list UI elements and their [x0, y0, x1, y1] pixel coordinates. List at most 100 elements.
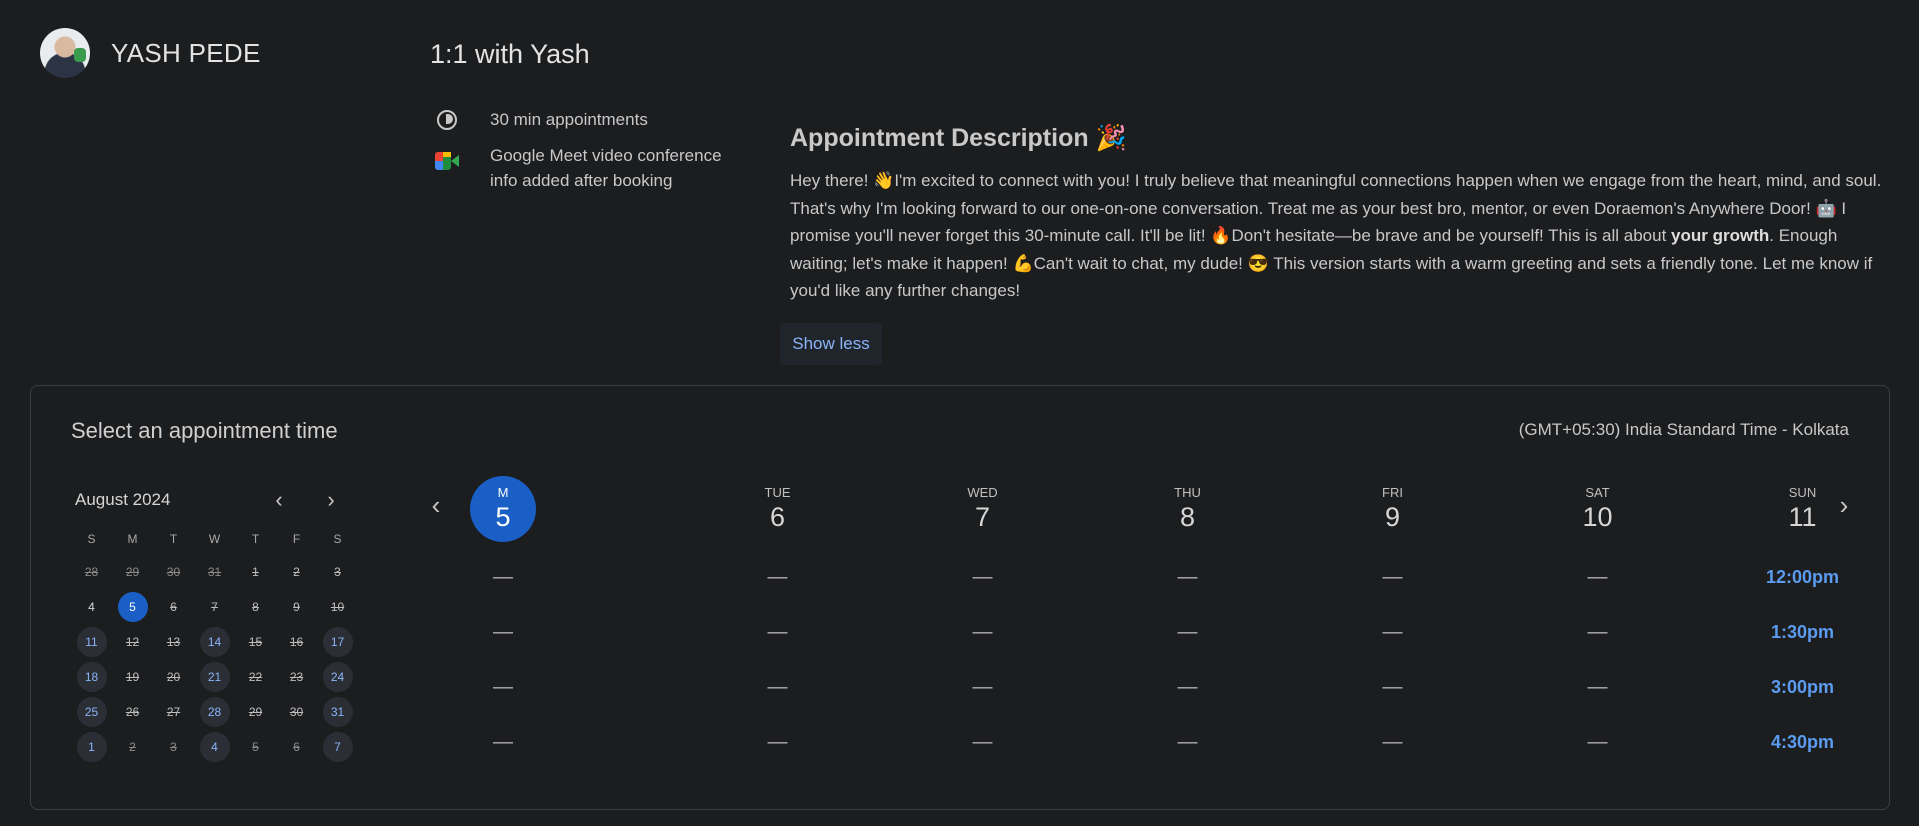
calendar-day[interactable]: 17 — [317, 624, 358, 659]
calendar-day[interactable]: 18 — [71, 659, 112, 694]
day-header[interactable]: SAT 10 — [1582, 476, 1612, 542]
calendar-day-number: 3 — [334, 564, 341, 579]
calendar-day-number: 13 — [166, 634, 181, 649]
weekday-label: M — [127, 532, 138, 546]
day-column: SUN 11 12:00pm 1:30pm 3:00pm 4:30pm — [1700, 476, 1905, 770]
calendar-day: 6 — [153, 589, 194, 624]
calendar-day[interactable]: 4 — [71, 589, 112, 624]
day-date: 6 — [769, 502, 786, 532]
unavailable-slot: — — [1587, 566, 1608, 588]
time-slot-button[interactable]: 1:30pm — [1766, 605, 1839, 660]
calendar-day-number: 31 — [322, 696, 353, 727]
calendar-day-number: 28 — [199, 696, 230, 727]
unavailable-slot: — — [767, 731, 788, 753]
calendar-day-number: 4 — [199, 731, 230, 762]
calendar-day[interactable]: 31 — [317, 694, 358, 729]
calendar-day: 20 — [153, 659, 194, 694]
day-header[interactable]: FRI 9 — [1382, 476, 1403, 542]
calendar-day[interactable]: 28 — [194, 694, 235, 729]
google-meet-icon — [435, 151, 459, 170]
calendar-day[interactable]: 14 — [194, 624, 235, 659]
calendar-day[interactable]: 24 — [317, 659, 358, 694]
calendar-day: 30 — [153, 554, 194, 589]
scheduler-title: Select an appointment time — [71, 418, 338, 443]
day-of-week: SUN — [1788, 485, 1817, 500]
calendar-day-number: 28 — [84, 564, 99, 579]
calendar-day[interactable]: 25 — [71, 694, 112, 729]
mini-calendar: August 2024 ‹ › S M T W T F S 28 29 30 31 1 2 3 4 5 6 7 8 9… — [71, 486, 353, 764]
calendar-day: 8 — [235, 589, 276, 624]
day-header[interactable]: THU 8 — [1174, 476, 1201, 542]
day-column: THU 8 — — — — — [1085, 476, 1290, 770]
unavailable-slot: — — [1382, 731, 1403, 753]
calendar-day: 31 — [194, 554, 235, 589]
calendar-day: 3 — [153, 729, 194, 764]
day-header[interactable]: TUE 6 — [765, 476, 791, 542]
unavailable-slot: — — [493, 566, 513, 588]
calendar-day-number: 30 — [289, 704, 304, 719]
calendar-day: 9 — [276, 589, 317, 624]
calendar-day[interactable]: 1 — [71, 729, 112, 764]
calendar-day: 7 — [194, 589, 235, 624]
calendar-day[interactable]: 5 — [112, 589, 153, 624]
calendar-day-number: 12 — [125, 634, 140, 649]
avatar — [40, 28, 90, 78]
weekday-label: T — [169, 532, 178, 546]
day-of-week: FRI — [1382, 485, 1403, 500]
chevron-left-icon[interactable]: ‹ — [421, 490, 451, 520]
day-date: 9 — [1384, 502, 1400, 532]
host-header: YASH PEDE — [40, 28, 261, 78]
calendar-day-number: 22 — [248, 669, 263, 684]
unavailable-slot: — — [1587, 621, 1608, 643]
day-date: 7 — [974, 502, 991, 532]
unavailable-slot: — — [767, 621, 788, 643]
calendar-day: 29 — [112, 554, 153, 589]
unavailable-slot: — — [767, 676, 788, 698]
calendar-day-number: 19 — [125, 669, 140, 684]
chevron-right-icon[interactable]: › — [1829, 490, 1859, 520]
calendar-day-number: 11 — [76, 626, 107, 657]
unavailable-slot: — — [767, 566, 788, 588]
day-column: SAT 10 — — — — — [1495, 476, 1700, 770]
calendar-day[interactable]: 11 — [71, 624, 112, 659]
show-less-button[interactable]: Show less — [780, 323, 882, 365]
calendar-day: 2 — [276, 554, 317, 589]
description-text: Hey there! 👋I'm excited to connect with … — [790, 171, 1882, 300]
calendar-day[interactable]: 21 — [194, 659, 235, 694]
calendar-day-number: 4 — [88, 599, 95, 614]
calendar-day-number: 7 — [322, 731, 353, 762]
chevron-right-icon[interactable]: › — [313, 486, 349, 514]
calendar-day: 30 — [276, 694, 317, 729]
calendar-day: 3 — [317, 554, 358, 589]
calendar-day: 29 — [235, 694, 276, 729]
day-of-week: TUE — [764, 485, 791, 500]
calendar-day: 6 — [276, 729, 317, 764]
calendar-day-number: 25 — [76, 696, 107, 727]
unavailable-slot: — — [1177, 676, 1198, 698]
chevron-left-icon[interactable]: ‹ — [261, 486, 297, 514]
unavailable-slot: — — [1587, 676, 1608, 698]
calendar-day-number: 23 — [289, 669, 304, 684]
day-header[interactable]: SUN 11 — [1788, 476, 1816, 542]
description-bold: your growth — [1671, 226, 1770, 245]
time-slot-button[interactable]: 4:30pm — [1766, 715, 1839, 770]
day-header[interactable]: M5 — [470, 476, 536, 542]
time-slot-button[interactable]: 3:00pm — [1766, 660, 1839, 715]
day-header[interactable]: WED 7 — [967, 476, 997, 542]
time-slot-button[interactable]: 12:00pm — [1766, 550, 1839, 605]
unavailable-slot: — — [972, 676, 993, 698]
unavailable-slot: — — [493, 676, 513, 698]
calendar-day[interactable]: 4 — [194, 729, 235, 764]
calendar-day-number: 3 — [170, 739, 177, 754]
calendar-day: 23 — [276, 659, 317, 694]
unavailable-slot: — — [1177, 731, 1198, 753]
calendar-day-number: 14 — [199, 626, 230, 657]
weekday-label: T — [251, 532, 260, 546]
day-date: 5 — [495, 502, 511, 532]
weekday-label: S — [333, 532, 342, 546]
calendar-day-number: 27 — [166, 704, 181, 719]
calendar-day-number: 8 — [252, 599, 259, 614]
calendar-day[interactable]: 7 — [317, 729, 358, 764]
calendar-day-number: 9 — [293, 599, 300, 614]
timezone-selector[interactable]: (GMT+05:30) India Standard Time - Kolkat… — [1519, 420, 1849, 440]
